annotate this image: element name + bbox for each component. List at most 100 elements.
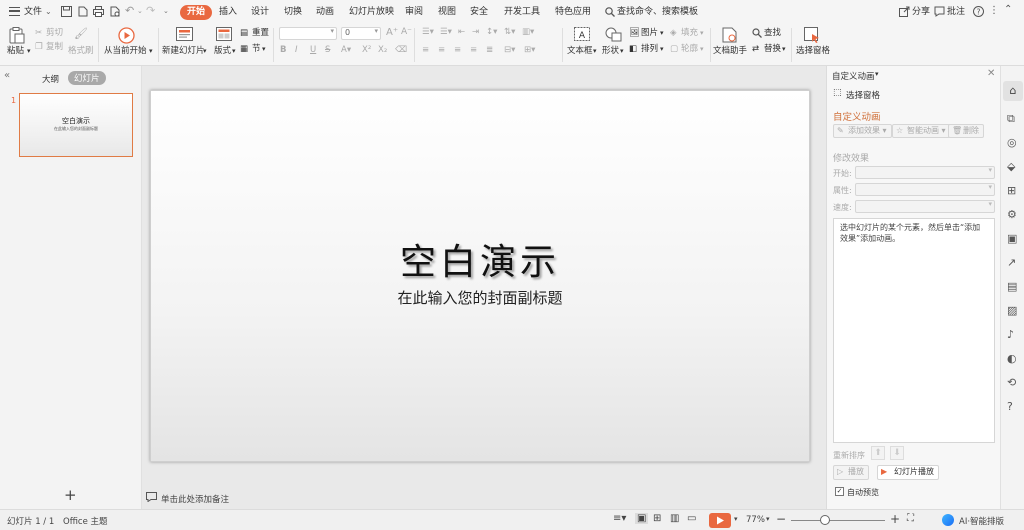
doc-assistant-button[interactable]: 文档助手	[713, 46, 747, 57]
tab-features[interactable]: 特色应用	[555, 5, 591, 20]
move-up-button[interactable]: ⬆	[871, 446, 885, 460]
shape-button[interactable]: 形状	[602, 46, 619, 57]
add-slide-icon[interactable]: +	[64, 486, 77, 504]
picture-button[interactable]: 图片	[641, 28, 658, 39]
replace-button[interactable]: 替换	[764, 44, 781, 55]
autopreview-label[interactable]: 自动预览	[847, 487, 879, 498]
layout-dropdown-icon[interactable]: ▾	[232, 46, 236, 57]
picture-dropdown-icon[interactable]: ▾	[660, 28, 664, 39]
reset-button[interactable]: 重置	[252, 28, 269, 39]
move-down-button[interactable]: ⬇	[890, 446, 904, 460]
play-from-current-icon[interactable]	[118, 27, 135, 44]
copy-button[interactable]: 复制	[46, 42, 63, 53]
layout-button[interactable]: 版式	[214, 46, 231, 57]
audio-pane-icon[interactable]: ♪	[1007, 328, 1014, 341]
share-pane-icon[interactable]: ↗	[1007, 256, 1016, 269]
select-pane-icon[interactable]	[804, 27, 820, 43]
export-pdf-icon[interactable]	[77, 6, 88, 17]
columns-icon[interactable]: ▥▾	[522, 27, 534, 38]
add-effect-button[interactable]: ✎ 添加效果 ▾	[833, 124, 892, 138]
share-icon[interactable]	[899, 6, 910, 17]
image-pane-icon[interactable]: ▨	[1007, 304, 1017, 317]
reading-view-icon[interactable]: ▥	[670, 513, 679, 524]
find-button[interactable]: 查找	[764, 28, 781, 39]
decrease-indent-icon[interactable]: ⇤	[458, 27, 465, 38]
superscript-icon[interactable]: X²	[362, 45, 371, 56]
home-icon[interactable]: ⌂	[1003, 81, 1023, 101]
underline-icon[interactable]: U	[310, 45, 316, 56]
distribute-icon[interactable]: ≣	[486, 45, 493, 56]
zoom-in-button[interactable]: +	[890, 512, 900, 526]
fill-dropdown-icon[interactable]: ▾	[700, 28, 704, 39]
decrease-font-icon[interactable]: A⁻	[401, 27, 412, 38]
layout-icon[interactable]	[216, 27, 232, 42]
replace-icon[interactable]: ⇄	[752, 44, 759, 55]
help-pane-icon[interactable]: ?	[1007, 400, 1013, 413]
chevron-down-icon[interactable]: ⌄	[45, 7, 52, 16]
replace-dropdown-icon[interactable]: ▾	[782, 44, 786, 55]
justify-icon[interactable]: ≡	[470, 45, 477, 56]
doc-assistant-icon[interactable]	[722, 27, 737, 43]
style-pane-icon[interactable]: ⬙	[1007, 160, 1015, 173]
settings-pane-icon[interactable]: ⚙	[1007, 208, 1017, 221]
box-pane-icon[interactable]: ▤	[1007, 280, 1017, 293]
speed-select[interactable]: ▾	[855, 200, 995, 213]
slide-title[interactable]: 空白演示	[151, 233, 809, 285]
ai-layout-button[interactable]: AI·智能排版	[959, 515, 1004, 527]
file-menu[interactable]: 文件	[24, 5, 42, 20]
slide-thumbnail[interactable]: 空白演示 在此输入您的封面副标题	[19, 93, 133, 157]
customize-dropdown-icon[interactable]: ⌄	[163, 7, 169, 15]
theme-name[interactable]: Office 主题	[63, 515, 108, 527]
property-select[interactable]: ▾	[855, 183, 995, 196]
tab-view[interactable]: 视图	[438, 5, 456, 20]
presenter-view-icon[interactable]: ▭	[687, 513, 696, 524]
panel-header[interactable]: 自定义动画	[832, 70, 875, 82]
align-right-icon[interactable]: ≡	[454, 45, 461, 56]
section-button[interactable]: 节	[252, 44, 261, 55]
find-icon[interactable]	[752, 28, 762, 38]
increase-font-icon[interactable]: A⁺	[386, 27, 398, 38]
tab-design[interactable]: 设计	[251, 5, 269, 20]
animation-pane-icon[interactable]: ⧉	[1007, 112, 1015, 126]
undo-dropdown-icon[interactable]: ⌄	[137, 7, 143, 15]
tab-animation[interactable]: 动画	[316, 5, 334, 20]
select-pane-button[interactable]: 选择窗格	[796, 46, 830, 57]
section-icon[interactable]: ▦	[240, 44, 248, 55]
numbered-list-icon[interactable]: ☰▾	[440, 27, 452, 38]
smart-art-icon[interactable]: ⊞▾	[524, 45, 535, 56]
textbox-icon[interactable]: A	[574, 27, 590, 42]
arrange-dropdown-icon[interactable]: ▾	[660, 44, 664, 55]
align-left-icon[interactable]: ≡	[422, 45, 429, 56]
transition-pane-icon[interactable]: ◐	[1007, 352, 1017, 365]
paste-icon[interactable]	[9, 27, 25, 44]
print-icon[interactable]	[93, 6, 104, 17]
bullet-list-icon[interactable]: ☰▾	[422, 27, 434, 38]
subscript-icon[interactable]: X₂	[378, 45, 387, 56]
zoom-dropdown-icon[interactable]: ▾	[766, 515, 770, 523]
tab-developer[interactable]: 开发工具	[504, 5, 540, 20]
grid-pane-icon[interactable]: ⊞	[1007, 184, 1016, 197]
outline-dropdown-icon[interactable]: ▾	[700, 44, 704, 55]
slideshow-button[interactable]: ▶ 幻灯片播放	[877, 465, 939, 480]
strikethrough-icon[interactable]: S	[325, 45, 330, 56]
arrange-button[interactable]: 排列	[641, 44, 658, 55]
align-center-icon[interactable]: ≡	[438, 45, 445, 56]
new-slide-dropdown-icon[interactable]: ▾	[203, 46, 207, 57]
italic-icon[interactable]: I	[295, 45, 298, 56]
animation-list[interactable]: 选中幻灯片的某个元素，然后单击“添加效果”添加动画。	[833, 218, 995, 443]
outline-icon[interactable]: ▢	[670, 44, 678, 55]
notes-placeholder[interactable]: 单击此处添加备注	[161, 493, 229, 505]
fit-window-icon[interactable]: ⛶	[907, 513, 914, 524]
undo-icon[interactable]: ↶	[125, 4, 134, 17]
collapse-panel-icon[interactable]: «	[4, 70, 10, 81]
slideshow-dropdown-icon[interactable]: ▾	[734, 515, 738, 523]
play-button[interactable]: ▷ 播放	[833, 465, 869, 480]
slide-canvas[interactable]: 空白演示 在此输入您的封面副标题	[150, 90, 810, 462]
comment-button[interactable]: 批注	[947, 5, 965, 20]
save-icon[interactable]	[61, 6, 72, 17]
print-preview-icon[interactable]	[109, 6, 120, 17]
tab-slides[interactable]: 幻灯片	[68, 71, 106, 85]
hamburger-icon[interactable]	[9, 7, 20, 16]
from-current-dropdown-icon[interactable]: ▾	[149, 46, 153, 57]
format-painter-icon[interactable]: 🖌	[74, 28, 88, 39]
